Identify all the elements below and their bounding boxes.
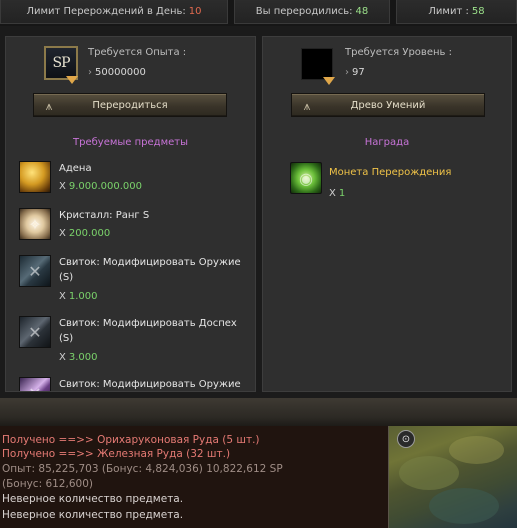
requirements-panel: SP Требуется Опыта : › 50000000 ⩚ Перерод… xyxy=(5,36,256,392)
list-item[interactable]: Адена X 9.000.000.000 xyxy=(18,159,250,201)
window-bottom-frame xyxy=(0,398,517,426)
required-level-value: › 97 xyxy=(345,67,365,78)
chat-line: Неверное количество предмета. xyxy=(2,493,184,505)
qty-prefix: X xyxy=(59,228,66,239)
reward-qty: X1 xyxy=(329,188,345,199)
qty-value: 1 xyxy=(338,188,346,199)
sp-icon-text: SP xyxy=(52,55,70,71)
chat-log[interactable]: Получено ==>> Орихаруконовая Руда (5 шт.… xyxy=(0,426,388,528)
qty-prefix: X xyxy=(59,352,66,363)
rebirth-button-label: Переродиться xyxy=(92,99,168,111)
required-level-number: 97 xyxy=(352,67,365,78)
chat-line: (Бонус: 612,600) xyxy=(2,478,93,490)
caret-icon: › xyxy=(345,67,349,78)
chat-line: Неверное количество предмета. xyxy=(2,509,184,521)
required-items-list: Адена X 9.000.000.000 ✧ Кристалл: Ранг S … xyxy=(18,159,250,391)
top-stats-bar: Лимит Перерождений в День: 10 Вы перерод… xyxy=(0,0,517,26)
qty-prefix: X xyxy=(59,181,66,192)
qty-value: 9.000.000.000 xyxy=(68,181,143,192)
rebirth-limit: Лимит : 58 xyxy=(396,0,517,24)
skill-tree-button-icon: ⩚ xyxy=(303,99,311,113)
scroll-glyph-icon: ✕ xyxy=(28,261,42,281)
scroll-glyph-icon: ✕ xyxy=(28,322,42,342)
skill-tree-button[interactable]: ⩚ Древо Умений xyxy=(291,93,485,117)
rebirth-limit-label: Лимит : xyxy=(428,6,469,17)
required-exp-number: 50000000 xyxy=(95,67,146,78)
item-name: Свиток: Модифицировать Доспех (S) xyxy=(59,318,237,344)
crystal-icon: ✧ xyxy=(19,208,51,240)
rebirth-button[interactable]: ⩚ Переродиться xyxy=(33,93,227,117)
terrain-patch xyxy=(399,456,459,490)
crystal-glyph-icon: ✧ xyxy=(28,214,42,234)
rebirth-daily-limit-value: 10 xyxy=(188,6,202,17)
rebirth-count-label: Вы переродились: xyxy=(255,6,353,17)
arrow-down-icon xyxy=(323,77,335,85)
reward-item[interactable]: ◉ Монета Перерождения X1 xyxy=(289,162,504,206)
arrow-down-icon xyxy=(66,76,78,84)
item-qty: X 200.000 xyxy=(59,228,110,239)
qty-value: 200.000 xyxy=(68,228,111,239)
rebirth-daily-limit-label: Лимит Перерождений в День: xyxy=(26,6,186,17)
item-qty: X 9.000.000.000 xyxy=(59,181,142,192)
qty-prefix: X xyxy=(59,291,66,302)
item-qty: X 3.000 xyxy=(59,352,98,363)
terrain-patch xyxy=(429,488,499,524)
chat-line: Получено ==>> Железная Руда (32 шт.) xyxy=(2,448,231,460)
qty-prefix: X xyxy=(329,188,336,199)
reward-name: Монета Перерождения xyxy=(329,167,452,178)
item-name: Адена xyxy=(59,163,92,174)
chat-line: Опыт: 85,225,703 (Бонус: 4,824,036) 10,8… xyxy=(2,463,283,475)
terrain-patch xyxy=(449,436,504,464)
level-icon xyxy=(301,48,335,85)
minimap[interactable]: ⊙ xyxy=(388,426,517,528)
required-exp-label: Требуется Опыта : xyxy=(88,47,187,58)
rebirth-limit-value: 58 xyxy=(471,6,485,17)
qty-value: 1.000 xyxy=(68,291,98,302)
list-item[interactable]: ✕ Свиток: Модифицировать Доспех (S) X 3.0… xyxy=(18,314,250,370)
required-items-title: Требуемые предметы xyxy=(73,137,188,148)
item-name: Кристалл: Ранг S xyxy=(59,210,150,221)
qty-value: 3.000 xyxy=(68,352,98,363)
reward-panel: Требуется Уровень : › 97 ⩚ Древо Умений Н… xyxy=(262,36,512,392)
scroll-icon: ✕ xyxy=(19,255,51,287)
item-name: Свиток: Модифицировать Оружие (S) xyxy=(59,257,241,283)
list-item[interactable]: ✕ Свиток: Модифицировать Оружие (A) X100 xyxy=(18,375,250,391)
scroll-icon: ✕ xyxy=(19,316,51,348)
map-pin-icon[interactable]: ⊙ xyxy=(397,430,415,448)
reward-title: Награда xyxy=(364,137,410,148)
adena-icon xyxy=(19,161,51,193)
coin-glyph-icon: ◉ xyxy=(299,168,313,188)
required-level-label: Требуется Уровень : xyxy=(345,47,452,58)
rebirth-count: Вы переродились: 48 xyxy=(234,0,390,24)
list-item[interactable]: ✕ Свиток: Модифицировать Оружие (S) X 1.0… xyxy=(18,253,250,309)
item-qty: X 1.000 xyxy=(59,291,98,302)
scroll-icon: ✕ xyxy=(19,377,51,391)
chat-line: Получено ==>> Орихаруконовая Руда (5 шт.… xyxy=(2,434,260,446)
rebirth-count-value: 48 xyxy=(355,6,369,17)
rebirth-daily-limit: Лимит Перерождений в День: 10 xyxy=(0,0,228,24)
rebirth-button-icon: ⩚ xyxy=(45,99,53,113)
required-exp-value: › 50000000 xyxy=(88,67,146,78)
item-name: Свиток: Модифицировать Оружие (A) xyxy=(59,379,241,390)
caret-icon: › xyxy=(88,67,92,78)
skill-tree-button-label: Древо Умений xyxy=(350,99,426,111)
list-item[interactable]: ✧ Кристалл: Ранг S X 200.000 xyxy=(18,206,250,248)
scroll-glyph-icon: ✕ xyxy=(20,378,50,392)
coin-icon: ◉ xyxy=(290,162,322,194)
sp-icon: SP xyxy=(44,46,78,84)
